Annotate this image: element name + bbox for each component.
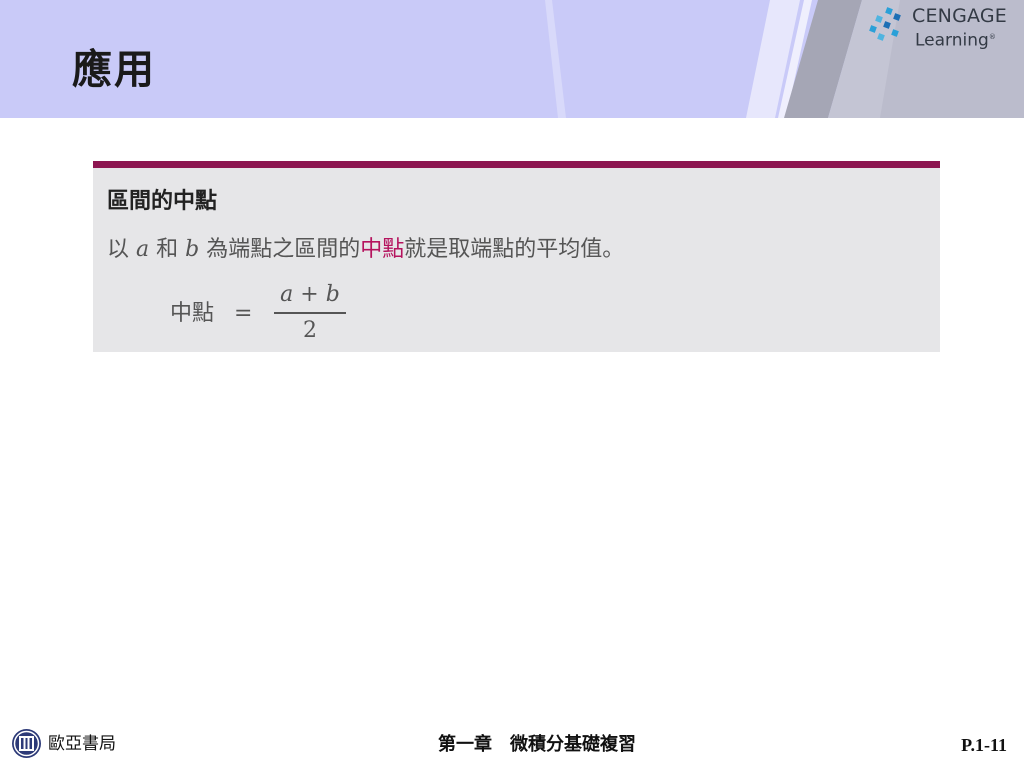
formula-equals: = (234, 301, 253, 326)
fraction-denominator: 2 (303, 317, 317, 343)
definition-text: 以 a 和 b 為端點之區間的中點就是取端點的平均值。 (107, 237, 625, 262)
logo-brand-text: CENGAGE (912, 5, 1007, 27)
formula-lhs: 中點 (170, 301, 215, 326)
variable-a: a (136, 237, 150, 262)
logo-sub-text: Learning® (915, 30, 996, 51)
cengage-logo: CENGAGE Learning® (868, 4, 1024, 52)
slide-header: 應用 CENGAGE Learning® (0, 0, 1024, 118)
definition-box: 區間的中點 以 a 和 b 為端點之區間的中點就是取端點的平均值。 中點 = a… (93, 161, 940, 352)
highlighted-term: 中點 (360, 237, 405, 262)
definition-heading: 區間的中點 (107, 189, 218, 214)
fraction-bar (274, 312, 346, 314)
publisher-logo-icon (12, 729, 41, 758)
publisher-name: 歐亞書局 (48, 734, 116, 754)
variable-b: b (185, 237, 200, 262)
fraction-numerator: a + b (280, 282, 340, 307)
chapter-title: 第一章 微積分基礎複習 (438, 734, 636, 755)
slide-title: 應用 (72, 46, 156, 93)
formula-fraction: a + b 2 (274, 280, 346, 345)
page-number: P.1-11 (961, 735, 1007, 755)
cengage-mark-icon (869, 7, 901, 41)
